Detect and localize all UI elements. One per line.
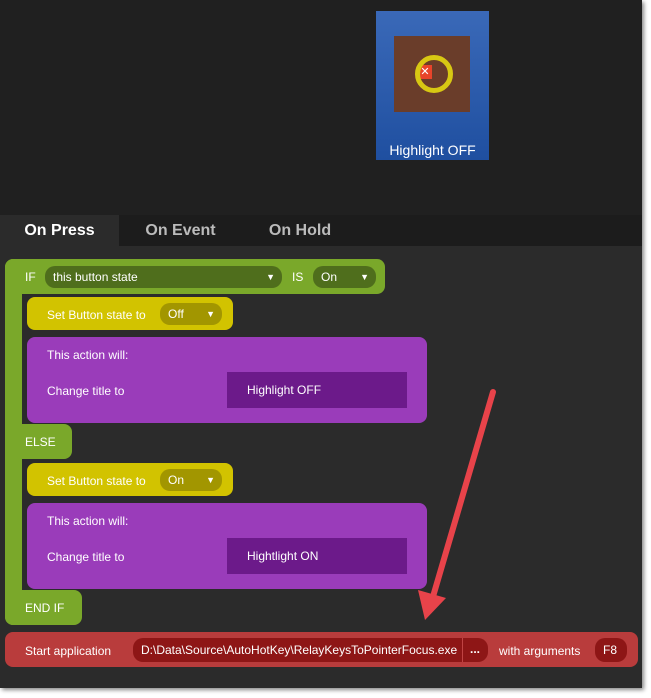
arrow-shaft	[429, 389, 496, 603]
window: ✕ Highlight OFF On Press On Event On Hol…	[0, 0, 642, 688]
annotation-arrow	[418, 389, 496, 620]
arrow-head	[418, 590, 446, 620]
